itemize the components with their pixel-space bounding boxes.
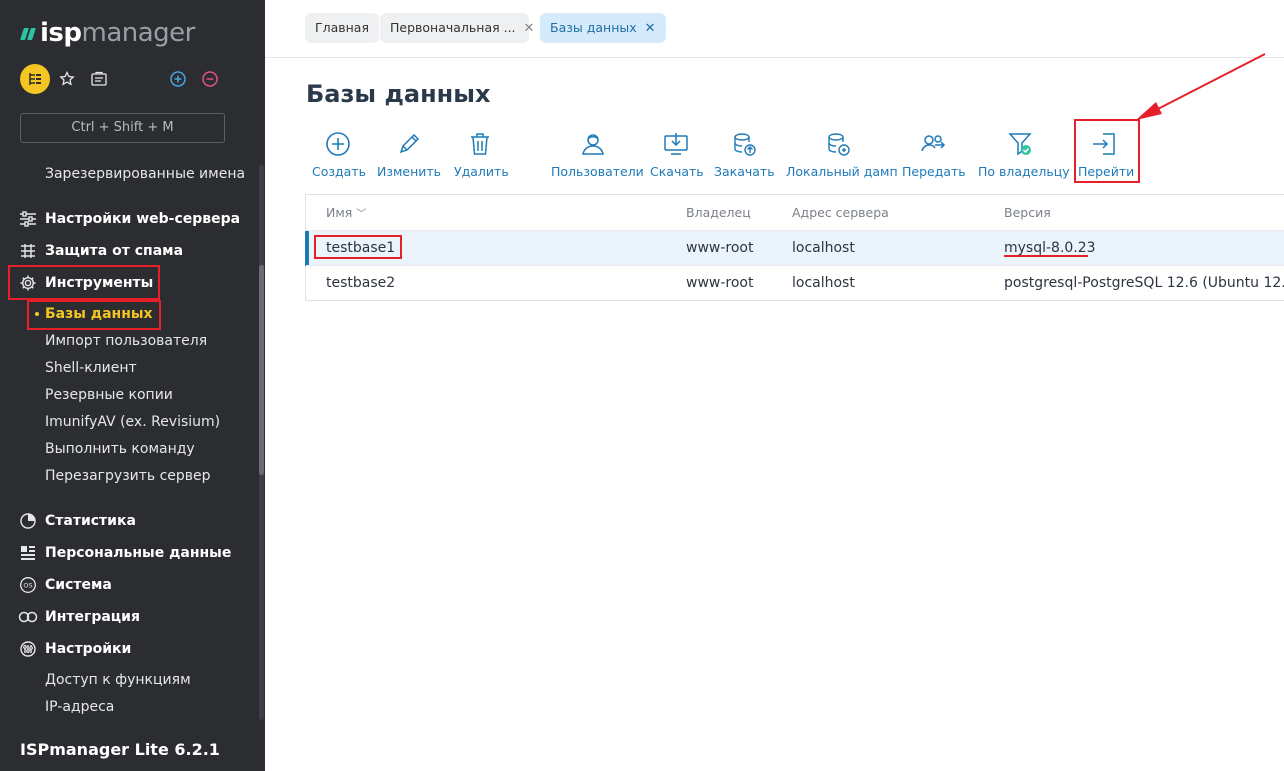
- table-row[interactable]: testbase2 www-root localhost postgresql-…: [306, 265, 1284, 300]
- transfer-button[interactable]: Передать: [902, 130, 966, 182]
- toolbar-label: Создать: [312, 164, 366, 179]
- column-header-name[interactable]: Имя ﹀: [326, 205, 366, 220]
- cell-server: localhost: [792, 275, 855, 291]
- filter-owner-icon: [978, 130, 1062, 158]
- table-row[interactable]: testbase1 www-root localhost mysql-8.0.2…: [305, 230, 1284, 266]
- download-icon: [650, 130, 702, 158]
- sidebar-scrollbar[interactable]: [259, 165, 264, 720]
- toolbar-label: Скачать: [650, 164, 704, 179]
- tab-label: Главная: [315, 20, 369, 35]
- tab-label: Базы данных: [550, 20, 637, 35]
- toolbar-label: По владельцу: [978, 164, 1070, 179]
- sidebar-item-run-command[interactable]: Выполнить команду: [45, 441, 195, 457]
- plus-circle-icon: [312, 130, 364, 158]
- sliders-icon: [18, 209, 38, 229]
- highlight-databases-box: [27, 300, 161, 330]
- sidebar-item-reserved-names[interactable]: Зарезервированные имена: [45, 166, 245, 182]
- app-window: isp manager Ctrl + Shift + M Зарезервиров…: [0, 0, 1284, 771]
- sidebar-item-reboot-server[interactable]: Перезагрузить сервер: [45, 468, 211, 484]
- column-header-label: Имя: [326, 205, 353, 220]
- tab-initial-setup[interactable]: Первоначальная ... ✕: [380, 13, 534, 43]
- tab-label: Первоначальная ...: [390, 20, 516, 35]
- menu-search-input[interactable]: Ctrl + Shift + M: [20, 113, 225, 143]
- toolbar-label: Локальный дамп: [786, 164, 898, 179]
- sidebar-item-ip-addresses[interactable]: IP-адреса: [45, 699, 114, 715]
- delete-button[interactable]: Удалить: [454, 130, 509, 182]
- logo[interactable]: isp manager: [20, 17, 195, 49]
- cell-version: mysql-8.0.23: [1004, 240, 1096, 256]
- create-button[interactable]: Создать: [312, 130, 366, 182]
- local-dump-button[interactable]: Локальный дамп: [786, 130, 898, 182]
- cell-owner: www-root: [686, 240, 754, 256]
- upload-icon: [714, 130, 774, 158]
- annotation-arrow: [1136, 53, 1266, 120]
- highlight-testbase1-box: [314, 235, 402, 259]
- highlight-tools-box: [8, 265, 160, 300]
- settings-icon: [18, 639, 38, 659]
- cell-server: localhost: [792, 240, 855, 256]
- pencil-icon: [376, 130, 442, 158]
- users-icon: [551, 130, 635, 158]
- svg-text:OS: OS: [23, 582, 32, 590]
- upload-button[interactable]: Закачать: [714, 130, 775, 182]
- local-dump-icon: [786, 130, 890, 158]
- databases-table: Имя ﹀ Владелец Адрес сервера Версия test…: [305, 194, 1284, 301]
- star-icon[interactable]: [57, 69, 77, 89]
- edit-button[interactable]: Изменить: [376, 130, 442, 182]
- toolbar-label: Передать: [902, 164, 966, 179]
- personal-data-icon: [18, 543, 38, 563]
- page-title: Базы данных: [306, 80, 491, 108]
- toolbar-label: Пользователи: [551, 164, 644, 179]
- close-icon[interactable]: ✕: [524, 14, 535, 44]
- logo-mark-icon: [20, 26, 36, 40]
- sidebar-group-settings[interactable]: Настройки: [45, 641, 131, 657]
- spam-shield-icon: [18, 241, 38, 261]
- expand-all-icon[interactable]: [168, 69, 188, 89]
- filter-by-owner-button[interactable]: По владельцу: [978, 130, 1070, 182]
- tab-home[interactable]: Главная: [305, 13, 379, 43]
- sidebar-group-personal-data[interactable]: Персональные данные: [45, 545, 231, 561]
- collapse-all-icon[interactable]: [200, 69, 220, 89]
- favorites-menu-icon[interactable]: [20, 64, 50, 94]
- sidebar-item-shell-client[interactable]: Shell-клиент: [45, 360, 137, 376]
- pie-chart-icon: [18, 511, 38, 531]
- sidebar-item-function-access[interactable]: Доступ к функциям: [45, 672, 191, 688]
- sort-chevron-down-icon: ﹀: [356, 209, 367, 220]
- sidebar-group-system[interactable]: Система: [45, 577, 112, 593]
- column-header-owner[interactable]: Владелец: [686, 205, 751, 220]
- sidebar-group-web-server-settings[interactable]: Настройки web-сервера: [45, 211, 240, 227]
- toolbar-label: Закачать: [714, 164, 775, 179]
- version-underline: [1004, 255, 1088, 257]
- sidebar-group-spam-protection[interactable]: Защита от спама: [45, 243, 183, 259]
- logo-text-bold: isp: [40, 18, 82, 48]
- users-button[interactable]: Пользователи: [551, 130, 644, 182]
- sidebar: isp manager Ctrl + Shift + M Зарезервиров…: [0, 0, 265, 771]
- cell-owner: www-root: [686, 275, 754, 291]
- sidebar-group-integration[interactable]: Интеграция: [45, 609, 140, 625]
- sidebar-item-backups[interactable]: Резервные копии: [45, 387, 173, 403]
- toolbar-label: Удалить: [454, 164, 509, 179]
- sidebar-item-imunifyav[interactable]: ImunifyAV (ex. Revisium): [45, 414, 220, 430]
- product-version: ISPmanager Lite 6.2.1: [20, 740, 220, 759]
- integration-icon: [18, 607, 38, 627]
- logo-text-light: manager: [81, 18, 196, 48]
- download-button[interactable]: Скачать: [650, 130, 704, 182]
- sidebar-item-user-import[interactable]: Импорт пользователя: [45, 333, 207, 349]
- toolbar-label: Изменить: [376, 164, 442, 179]
- cell-name: testbase2: [326, 275, 396, 291]
- trash-icon: [454, 130, 506, 158]
- highlight-go-to-box: [1074, 119, 1140, 183]
- column-header-version[interactable]: Версия: [1004, 205, 1051, 220]
- clipboard-icon[interactable]: [89, 69, 109, 89]
- close-icon[interactable]: ✕: [645, 14, 656, 44]
- transfer-icon: [902, 130, 964, 158]
- column-header-server-address[interactable]: Адрес сервера: [792, 205, 889, 220]
- cell-version: postgresql-PostgreSQL 12.6 (Ubuntu 12.6: [1004, 275, 1284, 291]
- quick-actions: [20, 64, 225, 94]
- sidebar-group-statistics[interactable]: Статистика: [45, 513, 136, 529]
- tab-databases[interactable]: Базы данных ✕: [540, 13, 666, 43]
- os-icon: OS: [18, 575, 38, 595]
- sidebar-scroll-thumb[interactable]: [259, 265, 264, 475]
